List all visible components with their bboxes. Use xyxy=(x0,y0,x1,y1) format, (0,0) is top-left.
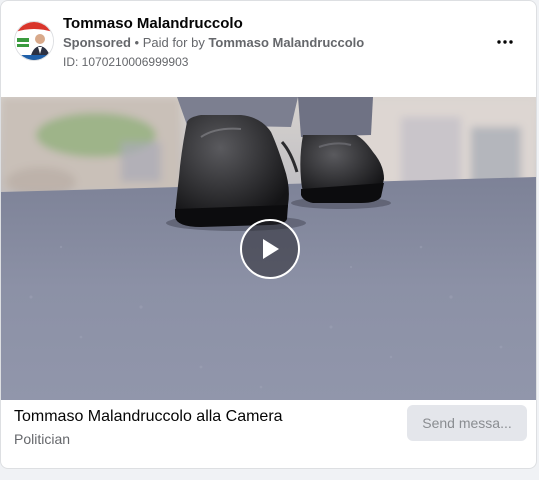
play-icon xyxy=(263,239,279,259)
play-button[interactable] xyxy=(240,219,300,279)
separator: • xyxy=(130,35,143,50)
ad-card: Tommaso Malandruccolo Sponsored • Paid f… xyxy=(0,0,537,469)
send-message-button[interactable]: Send messa... xyxy=(407,405,527,441)
avatar-image xyxy=(15,22,53,60)
page-name[interactable]: Tommaso Malandruccolo xyxy=(63,15,243,32)
footer-subtitle: Politician xyxy=(14,431,71,447)
more-horizontal-icon xyxy=(497,40,513,44)
ad-id: ID: 1070210006999903 xyxy=(63,55,189,69)
paid-for-by-label: Paid for by xyxy=(142,35,209,50)
footer-title[interactable]: Tommaso Malandruccolo alla Camera xyxy=(14,408,283,426)
paid-for-by-name: Tommaso Malandruccolo xyxy=(208,35,365,50)
page-avatar[interactable] xyxy=(14,21,54,61)
sponsored-label: Sponsored xyxy=(63,35,131,50)
video-thumbnail[interactable] xyxy=(1,97,536,400)
sponsored-line: Sponsored • Paid for by Tommaso Malandru… xyxy=(63,35,364,50)
more-options-button[interactable] xyxy=(492,29,518,55)
